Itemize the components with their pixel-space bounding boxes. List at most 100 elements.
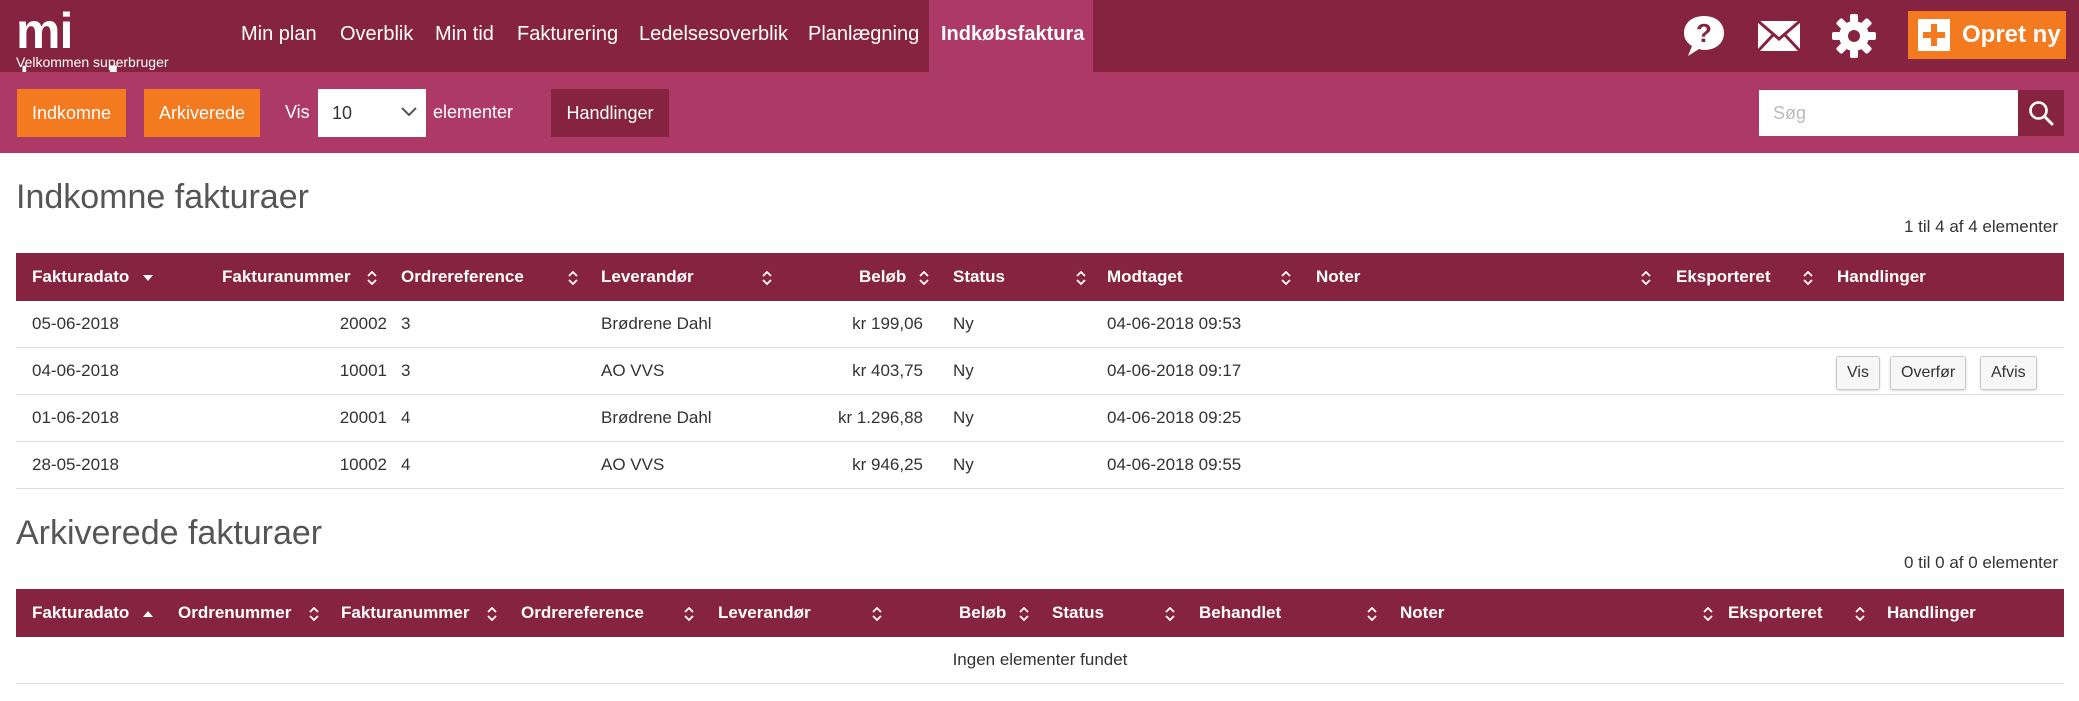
sort-icon[interactable] (1366, 606, 1378, 622)
sort-icon[interactable] (918, 270, 930, 286)
cell-number: 10002 (339, 455, 387, 474)
cell-received: 04-06-2018 09:25 (1107, 408, 1242, 427)
chevron-down-icon (401, 107, 417, 117)
sort-icon[interactable] (308, 606, 320, 622)
cell-supplier: AO VVS (601, 455, 665, 474)
cell-number: 20002 (339, 314, 387, 333)
create-new-button[interactable]: Opret ny (1908, 11, 2066, 59)
cell-date: 01-06-2018 (32, 408, 119, 427)
minuba-logo[interactable]: miˈnu·ba Velkommen superbruger (16, 4, 216, 112)
help-icon[interactable]: ? (1680, 12, 1728, 60)
cell-amount: kr 1.296,88 (837, 408, 923, 427)
table-row[interactable]: 28-05-2018 10002 4 AO VVS kr 946,25 Ny 0… (16, 442, 2064, 489)
gear-icon[interactable] (1830, 12, 1878, 60)
toolbar: Indkomne Arkiverede Vis 10 elementer Han… (0, 72, 2079, 153)
cell-supplier: Brødrene Dahl (601, 314, 712, 333)
welcome-text: Velkommen superbruger (16, 54, 169, 70)
transfer-button[interactable]: Overfør (1890, 356, 1967, 390)
col-fakturadato[interactable]: Fakturadato (32, 589, 129, 637)
sort-icon[interactable] (1802, 270, 1814, 286)
cell-order-ref: 3 (401, 361, 411, 380)
table-row[interactable]: 01-06-2018 20001 4 Brødrene Dahl kr 1.29… (16, 395, 2064, 442)
col-noter[interactable]: Noter (1400, 589, 1444, 637)
search-button[interactable] (2018, 90, 2064, 136)
cell-status: Ny (953, 314, 974, 333)
mail-icon[interactable] (1755, 12, 1803, 60)
cell-status: Ny (953, 408, 974, 427)
col-eksporteret[interactable]: Eksporteret (1728, 589, 1822, 637)
cell-amount: kr 403,75 (852, 361, 923, 380)
col-fakturanummer[interactable]: Fakturanummer (222, 253, 350, 301)
col-status[interactable]: Status (953, 253, 1005, 301)
page-size-value: 10 (332, 103, 353, 123)
sort-icon[interactable] (366, 270, 378, 286)
col-fakturanummer[interactable]: Fakturanummer (341, 589, 469, 637)
sort-icon[interactable] (683, 606, 695, 622)
nav-min-tid[interactable]: Min tid (423, 0, 506, 72)
view-button[interactable]: Vis (1836, 356, 1880, 390)
col-belob[interactable]: Beløb (859, 253, 906, 301)
sort-icon[interactable] (1280, 270, 1292, 286)
nav-min-plan[interactable]: Min plan (229, 0, 329, 72)
archived-table-header: Fakturadato Ordrenummer Fakturanummer Or… (16, 589, 2064, 637)
elements-label: elementer (433, 102, 514, 122)
table-row[interactable]: 05-06-2018 20002 3 Brødrene Dahl kr 199,… (16, 301, 2064, 348)
cell-status: Ny (953, 361, 974, 380)
reject-button[interactable]: Afvis (1980, 356, 2037, 390)
sort-icon[interactable] (1075, 270, 1087, 286)
sort-icon[interactable] (1640, 270, 1652, 286)
nav-overblik[interactable]: Overblik (328, 0, 425, 72)
sort-desc-icon[interactable] (142, 270, 154, 286)
cell-date: 04-06-2018 (32, 361, 119, 380)
col-ordrereference[interactable]: Ordrereference (521, 589, 644, 637)
cell-date: 28-05-2018 (32, 455, 119, 474)
create-new-label: Opret ny (1962, 21, 2061, 48)
nav-fakturering[interactable]: Fakturering (505, 0, 630, 72)
sort-icon[interactable] (761, 270, 773, 286)
col-ordrenummer[interactable]: Ordrenummer (178, 589, 291, 637)
col-noter[interactable]: Noter (1316, 253, 1360, 301)
incoming-section-title: Indkomne fakturaer (16, 178, 309, 216)
incoming-button[interactable]: Indkomne (17, 89, 126, 137)
col-modtaget[interactable]: Modtaget (1107, 253, 1183, 301)
col-fakturadato[interactable]: Fakturadato (32, 253, 129, 301)
nav-planlaegning[interactable]: Planlægning (796, 0, 931, 72)
table-row[interactable]: 04-06-2018 10001 3 AO VVS kr 403,75 Ny 0… (16, 348, 2064, 395)
cell-status: Ny (953, 455, 974, 474)
archived-button[interactable]: Arkiverede (144, 89, 260, 137)
sort-icon[interactable] (1854, 606, 1866, 622)
col-behandlet[interactable]: Behandlet (1199, 589, 1281, 637)
sort-icon[interactable] (1164, 606, 1176, 622)
col-eksporteret[interactable]: Eksporteret (1676, 253, 1770, 301)
col-leverandor[interactable]: Leverandør (718, 589, 811, 637)
sort-icon[interactable] (1018, 606, 1030, 622)
svg-text:?: ? (1696, 18, 1712, 48)
sort-icon[interactable] (567, 270, 579, 286)
cell-amount: kr 946,25 (852, 455, 923, 474)
cell-order-ref: 4 (401, 408, 411, 427)
col-belob[interactable]: Beløb (959, 589, 1006, 637)
archived-section-title: Arkiverede fakturaer (16, 514, 323, 552)
cell-supplier: Brødrene Dahl (601, 408, 712, 427)
page-size-select[interactable]: 10 (318, 89, 426, 137)
sort-asc-icon[interactable] (142, 606, 154, 622)
show-label: Vis (285, 102, 310, 122)
cell-amount: kr 199,06 (852, 314, 923, 333)
incoming-count: 1 til 4 af 4 elementer (1903, 217, 2058, 236)
col-status[interactable]: Status (1052, 589, 1104, 637)
search-icon (2029, 101, 2054, 126)
nav-indkobsfaktura[interactable]: Indkøbsfaktura (929, 0, 1093, 72)
archived-count: 0 til 0 af 0 elementer (1903, 553, 2058, 572)
nav-ledelsesoverblik[interactable]: Ledelsesoverblik (627, 0, 800, 72)
sort-icon[interactable] (486, 606, 498, 622)
sort-icon[interactable] (871, 606, 883, 622)
search-input[interactable] (1759, 90, 2018, 136)
cell-date: 05-06-2018 (32, 314, 119, 333)
col-leverandor[interactable]: Leverandør (601, 253, 694, 301)
cell-order-ref: 4 (401, 455, 411, 474)
col-handlinger: Handlinger (1887, 603, 1976, 622)
actions-button[interactable]: Handlinger (551, 89, 669, 137)
col-ordrereference[interactable]: Ordrereference (401, 253, 524, 301)
sort-icon[interactable] (1702, 606, 1714, 622)
cell-received: 04-06-2018 09:55 (1107, 455, 1242, 474)
